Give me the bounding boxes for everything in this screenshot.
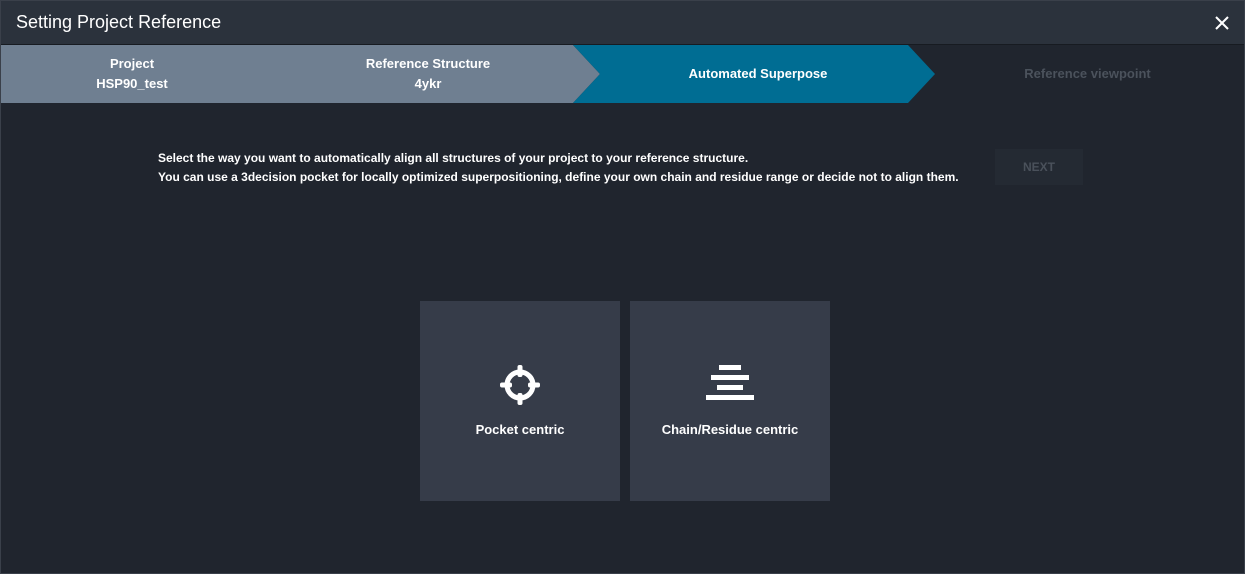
step-reference-viewpoint: Reference viewpoint	[931, 45, 1244, 103]
pocket-centric-label: Pocket centric	[475, 422, 565, 437]
step-reference-structure-label: Reference Structure	[365, 56, 491, 71]
chain-residue-centric-option[interactable]: Chain/Residue centric	[630, 301, 830, 501]
next-button[interactable]: NEXT	[995, 149, 1083, 185]
step-reference-structure[interactable]: Reference Structure 4ykr	[263, 45, 593, 103]
close-icon[interactable]	[1208, 9, 1236, 37]
step-automated-superpose: Automated Superpose	[593, 45, 923, 103]
crosshair-icon	[420, 363, 620, 407]
step-project-label: Project	[109, 56, 155, 71]
wizard-stepper: Project HSP90_test Reference Structure 4…	[1, 45, 1244, 103]
instructions-line-2: You can use a 3decision pocket for local…	[158, 170, 959, 184]
step-project[interactable]: Project HSP90_test	[1, 45, 263, 103]
step-reference-structure-value: 4ykr	[414, 76, 442, 91]
dialog-titlebar: Setting Project Reference	[1, 1, 1244, 45]
pocket-centric-option[interactable]: Pocket centric	[420, 301, 620, 501]
instructions-line-1: Select the way you want to automatically…	[158, 151, 749, 165]
step-project-value: HSP90_test	[96, 76, 168, 91]
chain-residue-centric-label: Chain/Residue centric	[661, 422, 799, 437]
step-reference-viewpoint-label: Reference viewpoint	[1024, 66, 1151, 81]
setting-project-reference-dialog: Setting Project Reference Project HSP90_…	[0, 0, 1245, 574]
dialog-title: Setting Project Reference	[16, 12, 222, 32]
step-automated-superpose-label: Automated Superpose	[688, 66, 828, 81]
align-center-icon	[630, 363, 830, 407]
instructions-text: Select the way you want to automatically…	[158, 149, 959, 187]
